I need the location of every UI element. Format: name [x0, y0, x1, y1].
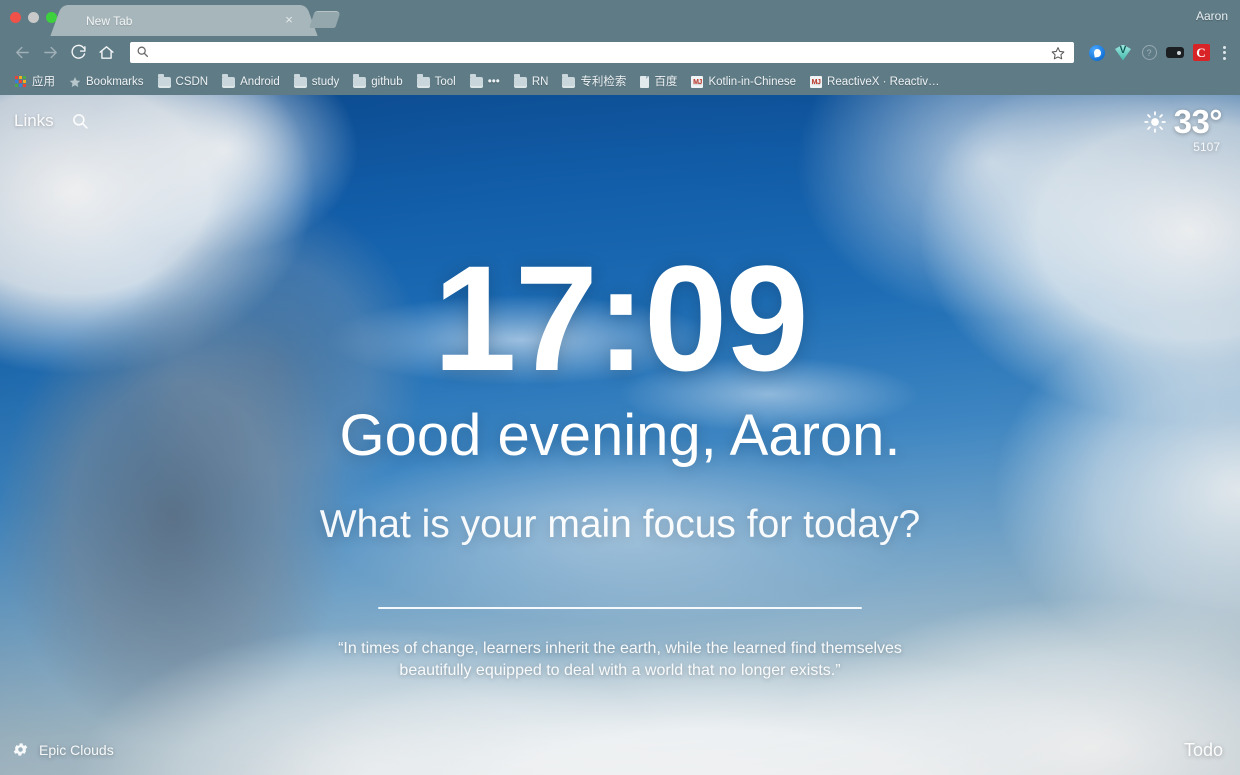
links-button[interactable]: Links: [14, 111, 54, 131]
bookmark-item-bookmarks[interactable]: Bookmarks: [62, 73, 151, 91]
greeting: Good evening, Aaron.: [339, 403, 901, 468]
tab-new-tab[interactable]: New Tab ×: [64, 5, 304, 36]
bookmark-label: •••: [487, 76, 500, 88]
bookmark-item-reactivex[interactable]: MJ ReactiveX · Reactiv…: [803, 73, 946, 91]
bookmark-label: Android: [240, 76, 280, 88]
bookmark-label: Bookmarks: [86, 76, 144, 88]
question-circle-extension-icon[interactable]: ?: [1138, 42, 1160, 64]
bookmark-label: Tool: [434, 76, 456, 88]
sun-icon: [1143, 111, 1166, 133]
address-input[interactable]: [152, 45, 1048, 60]
bookmark-item-study[interactable]: study: [287, 73, 347, 91]
document-icon: [640, 76, 650, 88]
bookmarks-bar: 应用 Bookmarks CSDN Android study github T…: [0, 69, 1240, 95]
pocket-extension-icon[interactable]: [1086, 42, 1108, 64]
bookmark-item-rn[interactable]: RN: [507, 73, 556, 91]
bookmark-item-baidu[interactable]: 百度: [633, 73, 684, 91]
new-tab-button[interactable]: [309, 11, 341, 28]
new-tab-page: Links 33° 5107 17:09 Good evening, Aaron…: [0, 95, 1240, 775]
folder-icon: [222, 74, 236, 88]
chrome-menu-icon[interactable]: [1216, 43, 1232, 63]
clock[interactable]: 17:09: [433, 243, 809, 393]
c-extension-icon[interactable]: C: [1190, 42, 1212, 64]
folder-icon: [293, 74, 307, 88]
extension-icons: V ? C: [1086, 42, 1232, 64]
bookmark-item-apps[interactable]: 应用: [8, 73, 62, 91]
home-button[interactable]: [92, 39, 120, 67]
bookmark-label: RN: [531, 76, 549, 88]
folder-icon: [562, 74, 576, 88]
folder-icon: [157, 74, 171, 88]
minimize-window-button[interactable]: [28, 12, 39, 23]
bookmark-label: 应用: [32, 76, 55, 88]
book-icon: MJ: [691, 76, 704, 88]
todo-button[interactable]: Todo: [1184, 740, 1223, 761]
bookmark-item-github[interactable]: github: [346, 73, 409, 91]
photo-credit[interactable]: Epic Clouds: [12, 741, 114, 758]
bookmark-item-tool[interactable]: Tool: [410, 73, 463, 91]
gear-icon[interactable]: [12, 741, 29, 758]
folder-icon: [469, 74, 483, 88]
tab-close-icon[interactable]: ×: [282, 13, 296, 27]
weather-location: 5107: [1193, 140, 1220, 154]
folder-icon: [513, 74, 527, 88]
weather-temperature: 33°: [1173, 103, 1223, 140]
vimium-extension-icon[interactable]: V: [1112, 42, 1134, 64]
address-bar[interactable]: [130, 42, 1074, 63]
weather-widget[interactable]: 33° 5107: [1143, 103, 1223, 154]
bookmark-label: Kotlin-in-Chinese: [708, 76, 797, 88]
photo-name: Epic Clouds: [39, 741, 114, 758]
bookmark-item-android[interactable]: Android: [215, 73, 287, 91]
window-controls[interactable]: [10, 12, 57, 23]
bookmark-item-csdn[interactable]: CSDN: [151, 73, 216, 91]
close-window-button[interactable]: [10, 12, 21, 23]
folder-icon: [416, 74, 430, 88]
weather-main-row: 33°: [1143, 103, 1223, 140]
bookmark-label: CSDN: [175, 76, 209, 88]
quote-text: “In times of change, learners inherit th…: [338, 640, 902, 679]
focus-question-input[interactable]: What is your main focus for today?: [320, 503, 920, 547]
navigation-toolbar: V ? C: [0, 36, 1240, 69]
browser-chrome: New Tab × Aaron V ? C 应用 Bookmarks CSDN …: [0, 0, 1240, 95]
bookmark-label: github: [371, 76, 403, 88]
search-icon: [136, 45, 152, 61]
top-left-controls: Links: [14, 111, 89, 131]
bookmark-label: 专利检索: [580, 76, 627, 88]
tag-extension-icon[interactable]: [1164, 42, 1186, 64]
bookmark-item-kotlin-in-chinese[interactable]: MJ Kotlin-in-Chinese: [684, 73, 803, 91]
bookmark-item-dots[interactable]: •••: [463, 73, 507, 91]
forward-button[interactable]: [36, 39, 64, 67]
bookmark-item-patent-search[interactable]: 专利检索: [555, 73, 633, 91]
star-icon: [69, 76, 81, 88]
bookmark-label: 百度: [654, 76, 678, 88]
back-button[interactable]: [8, 39, 36, 67]
tab-strip: New Tab × Aaron: [0, 0, 1240, 36]
tab-title: New Tab: [86, 13, 133, 28]
search-icon[interactable]: [71, 112, 89, 130]
bookmark-label: ReactiveX · Reactiv…: [827, 76, 940, 88]
apps-grid-icon: [15, 76, 27, 88]
reload-button[interactable]: [64, 39, 92, 67]
bookmark-label: study: [311, 76, 340, 88]
bookmark-star-icon[interactable]: [1048, 43, 1068, 63]
folder-icon: [353, 74, 367, 88]
book-icon: MJ: [810, 76, 823, 88]
browser-window: New Tab × Aaron V ? C 应用 Bookmarks CSDN …: [0, 0, 1240, 775]
profile-name[interactable]: Aaron: [1196, 9, 1228, 23]
